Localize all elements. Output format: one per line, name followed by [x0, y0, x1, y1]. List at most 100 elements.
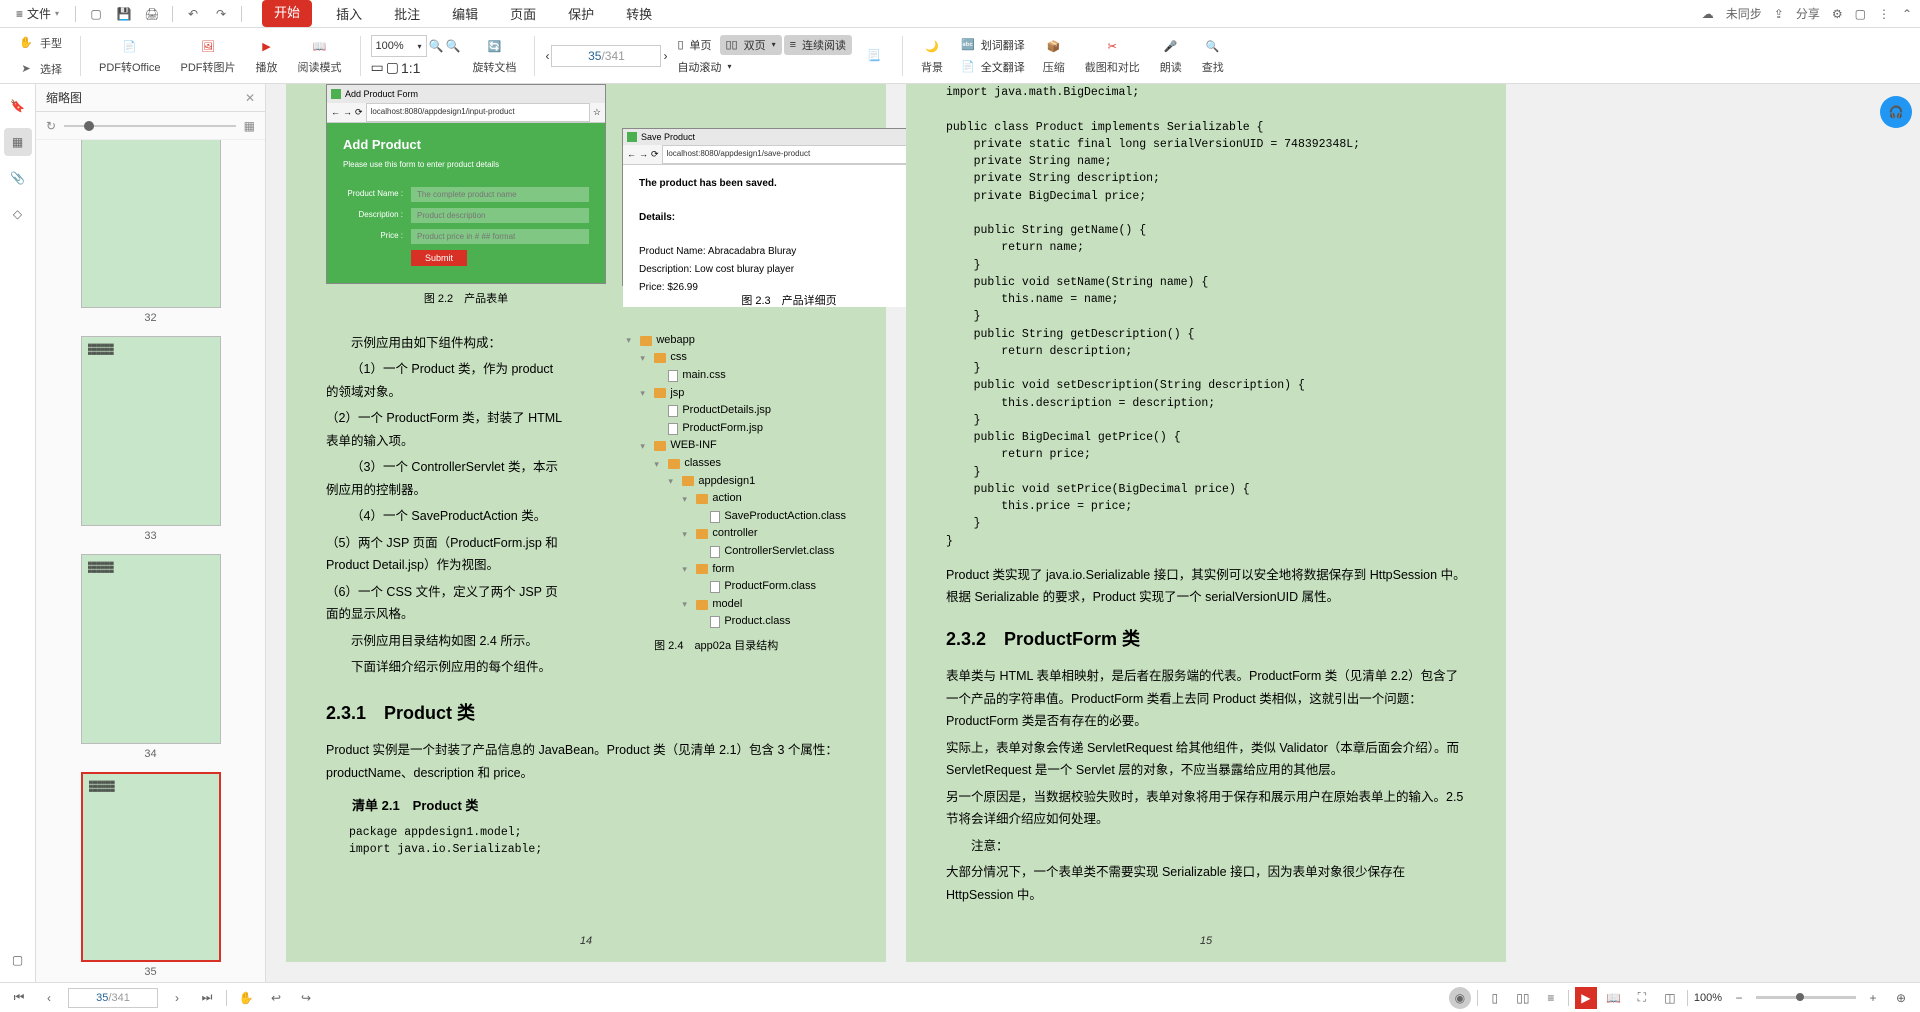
hand-status-btn[interactable]: ✋ [235, 987, 257, 1009]
zoom-slider[interactable] [1756, 996, 1856, 999]
history-back-btn[interactable]: ↩ [265, 987, 287, 1009]
cloud-icon[interactable]: ☁ [1702, 7, 1714, 21]
file-label: 文件 [27, 5, 51, 22]
actual-size-icon[interactable]: 1:1 [401, 60, 420, 76]
thumbnail-rail-btn[interactable]: ▦ [4, 128, 32, 156]
layout-single-btn[interactable]: ▯ [1484, 987, 1506, 1009]
full-translate-btn[interactable]: 📄 全文翻译 [955, 57, 1031, 77]
search-tool[interactable]: 🔍 查找 [1194, 35, 1232, 77]
single-page-btn[interactable]: ▯ 单页 [671, 35, 717, 55]
thumbnail-item[interactable]: ▓▓▓▓▓▓▓▓▓▓▓▓▓▓▓▓▓▓▓▓▓▓▓▓▓▓▓▓▓▓▓▓▓▓▓▓ 33 [36, 336, 265, 542]
select-tool[interactable]: ➤ 选择 [8, 57, 70, 81]
tab-protect[interactable]: 保护 [560, 0, 602, 27]
rotate-tool[interactable]: 🔄 旋转文档 [464, 35, 524, 77]
play-tool[interactable]: ▶ 播放 [248, 35, 286, 77]
share-icon[interactable]: ⇪ [1774, 7, 1784, 21]
menu-tabs: 开始 插入 批注 编辑 页面 保护 转换 [262, 0, 660, 27]
thumbnail-image[interactable]: ▓▓▓▓▓▓▓▓▓▓▓▓▓▓▓▓▓▓▓▓▓▓▓▓▓▓▓▓▓▓▓▓▓▓▓▓ [81, 336, 221, 526]
continuous-btn[interactable]: ≡ 连续阅读 [784, 35, 852, 55]
thumbnail-item[interactable]: ▓▓▓▓▓▓▓▓▓▓▓▓▓▓▓▓▓▓▓▓▓▓▓▓▓▓▓▓▓▓▓▓▓▓▓▓ 32 [36, 140, 265, 324]
attachment-rail-btn[interactable]: 📎 [4, 164, 32, 192]
zoom-input[interactable]: 100% ▾ [371, 35, 427, 57]
file-icon [710, 546, 720, 558]
zoom-in-btn[interactable]: + [1862, 987, 1884, 1009]
next-page-icon[interactable]: › [663, 49, 667, 63]
redo-icon[interactable]: ↷ [209, 2, 233, 26]
read-aloud-tool[interactable]: 🎤 朗读 [1152, 35, 1190, 77]
expand-rail-btn[interactable]: ▢ [4, 946, 32, 974]
next-page-btn[interactable]: › [166, 987, 188, 1009]
fit-width-icon[interactable]: ▭ [371, 59, 384, 76]
slider-handle[interactable] [84, 121, 94, 131]
window-icon[interactable]: ▢ [1855, 7, 1866, 21]
share-label[interactable]: 分享 [1796, 5, 1820, 22]
background-tool[interactable]: 🌙 背景 [913, 35, 951, 77]
thumbnail-slider[interactable] [64, 125, 236, 127]
reading-opts[interactable]: 📃 [856, 44, 892, 68]
pdf-to-office[interactable]: 📄 PDF转Office [91, 35, 169, 77]
outline-rail-btn[interactable]: ◇ [4, 200, 32, 228]
open-icon[interactable]: ▢ [84, 2, 108, 26]
float-assistant-btn[interactable]: 🎧 [1880, 96, 1912, 128]
bookmark-rail-btn[interactable]: 🔖 [4, 92, 32, 120]
prev-page-btn[interactable]: ‹ [38, 987, 60, 1009]
view-reader-btn[interactable]: 📖 [1603, 987, 1625, 1009]
sync-label[interactable]: 未同步 [1726, 5, 1762, 22]
main-area: 🔖 ▦ 📎 ◇ ▢ 缩略图 ✕ ↻ ▦ ▓▓▓▓▓▓▓▓▓▓▓▓▓▓▓▓▓▓▓▓… [0, 84, 1920, 982]
tab-annotate[interactable]: 批注 [386, 0, 428, 27]
screenshot-icon: ✂ [1102, 37, 1122, 57]
hand-tool[interactable]: ✋ 手型 [8, 31, 70, 55]
right-column: ▾webapp ▾css main.css ▾jsp ProductDetail… [586, 332, 846, 683]
close-icon[interactable]: ✕ [245, 91, 255, 105]
price-input [411, 229, 589, 244]
view-mode-1-btn[interactable]: ◉ [1449, 987, 1471, 1009]
tab-convert[interactable]: 转换 [618, 0, 660, 27]
layout-continuous-btn[interactable]: ≡ [1540, 987, 1562, 1009]
last-page-btn[interactable]: ⏭ [196, 987, 218, 1009]
zoom-out-icon[interactable]: 🔍 [429, 39, 444, 53]
tab-page[interactable]: 页面 [502, 0, 544, 27]
auto-scroll-btn[interactable]: 自动滚动 ▾ [671, 57, 852, 77]
tab-edit[interactable]: 编辑 [444, 0, 486, 27]
view-dual-btn[interactable]: ◫ [1659, 987, 1681, 1009]
print-icon[interactable]: 🖨 [140, 2, 164, 26]
zoom-in-icon[interactable]: 🔍 [445, 39, 460, 53]
screenshot-compare[interactable]: ✂ 截图和对比 [1077, 35, 1148, 77]
view-fullscreen-btn[interactable]: ⛶ [1631, 987, 1653, 1009]
pdf-to-image[interactable]: 🖼 PDF转图片 [173, 35, 244, 77]
first-page-btn[interactable]: ⏮ [8, 987, 30, 1009]
layout-double-btn[interactable]: ▯▯ [1512, 987, 1534, 1009]
prev-page-icon[interactable]: ‹ [545, 49, 549, 63]
zoom-out-btn[interactable]: − [1728, 987, 1750, 1009]
read-mode[interactable]: 📖 阅读模式 [290, 35, 350, 77]
thumbnail-image[interactable]: ▓▓▓▓▓▓▓▓▓▓▓▓▓▓▓▓▓▓▓▓▓▓▓▓▓▓▓▓▓▓▓▓▓▓▓▓ [81, 140, 221, 308]
tree-node: webapp [656, 332, 695, 350]
save-icon[interactable]: 💾 [112, 2, 136, 26]
more-icon[interactable]: ⋮ [1878, 7, 1890, 21]
collapse-icon[interactable]: ⌃ [1902, 7, 1912, 21]
view-slideshow-btn[interactable]: ▶ [1575, 987, 1597, 1009]
thumbnail-item[interactable]: ▓▓▓▓▓▓▓▓▓▓▓▓▓▓▓▓▓▓▓▓▓▓▓▓▓▓▓▓▓▓▓▓▓▓▓▓ 34 [36, 554, 265, 760]
word-translate-btn[interactable]: 🔤 划词翻译 [955, 35, 1031, 55]
history-fwd-btn[interactable]: ↪ [295, 987, 317, 1009]
tab-start[interactable]: 开始 [262, 0, 312, 27]
fit-btn[interactable]: ⊕ [1890, 987, 1912, 1009]
undo-icon[interactable]: ↶ [181, 2, 205, 26]
file-menu[interactable]: ≡ 文件 ▾ [8, 3, 67, 24]
page-input[interactable]: 35 /341 [551, 45, 661, 67]
tree-node: jsp [670, 385, 684, 403]
thumbnail-item[interactable]: ▓▓▓▓▓▓▓▓▓▓▓▓▓▓▓▓▓▓▓▓▓▓▓▓▓▓▓▓▓▓▓▓▓▓▓▓ 35 [36, 772, 265, 978]
zoom-handle[interactable] [1796, 993, 1804, 1001]
fit-page-icon[interactable]: ▢ [386, 59, 399, 76]
document-viewer[interactable]: 🎧 Add Product Form ← → [266, 84, 1920, 982]
page-input-status[interactable]: 35 /341 [68, 988, 158, 1008]
thumbnail-image-selected[interactable]: ▓▓▓▓▓▓▓▓▓▓▓▓▓▓▓▓▓▓▓▓▓▓▓▓▓▓▓▓▓▓▓▓▓▓▓▓ [81, 772, 221, 962]
tab-insert[interactable]: 插入 [328, 0, 370, 27]
compress-tool[interactable]: 📦 压缩 [1035, 35, 1073, 77]
double-page-btn[interactable]: ▯▯ 双页 ▾ [720, 35, 782, 55]
rotate-thumb-icon[interactable]: ↻ [46, 119, 56, 133]
settings-icon[interactable]: ⚙ [1832, 7, 1843, 21]
thumbnail-image[interactable]: ▓▓▓▓▓▓▓▓▓▓▓▓▓▓▓▓▓▓▓▓▓▓▓▓▓▓▓▓▓▓▓▓▓▓▓▓ [81, 554, 221, 744]
grid-icon[interactable]: ▦ [244, 119, 255, 133]
tree-node: SaveProductAction.class [724, 508, 846, 526]
